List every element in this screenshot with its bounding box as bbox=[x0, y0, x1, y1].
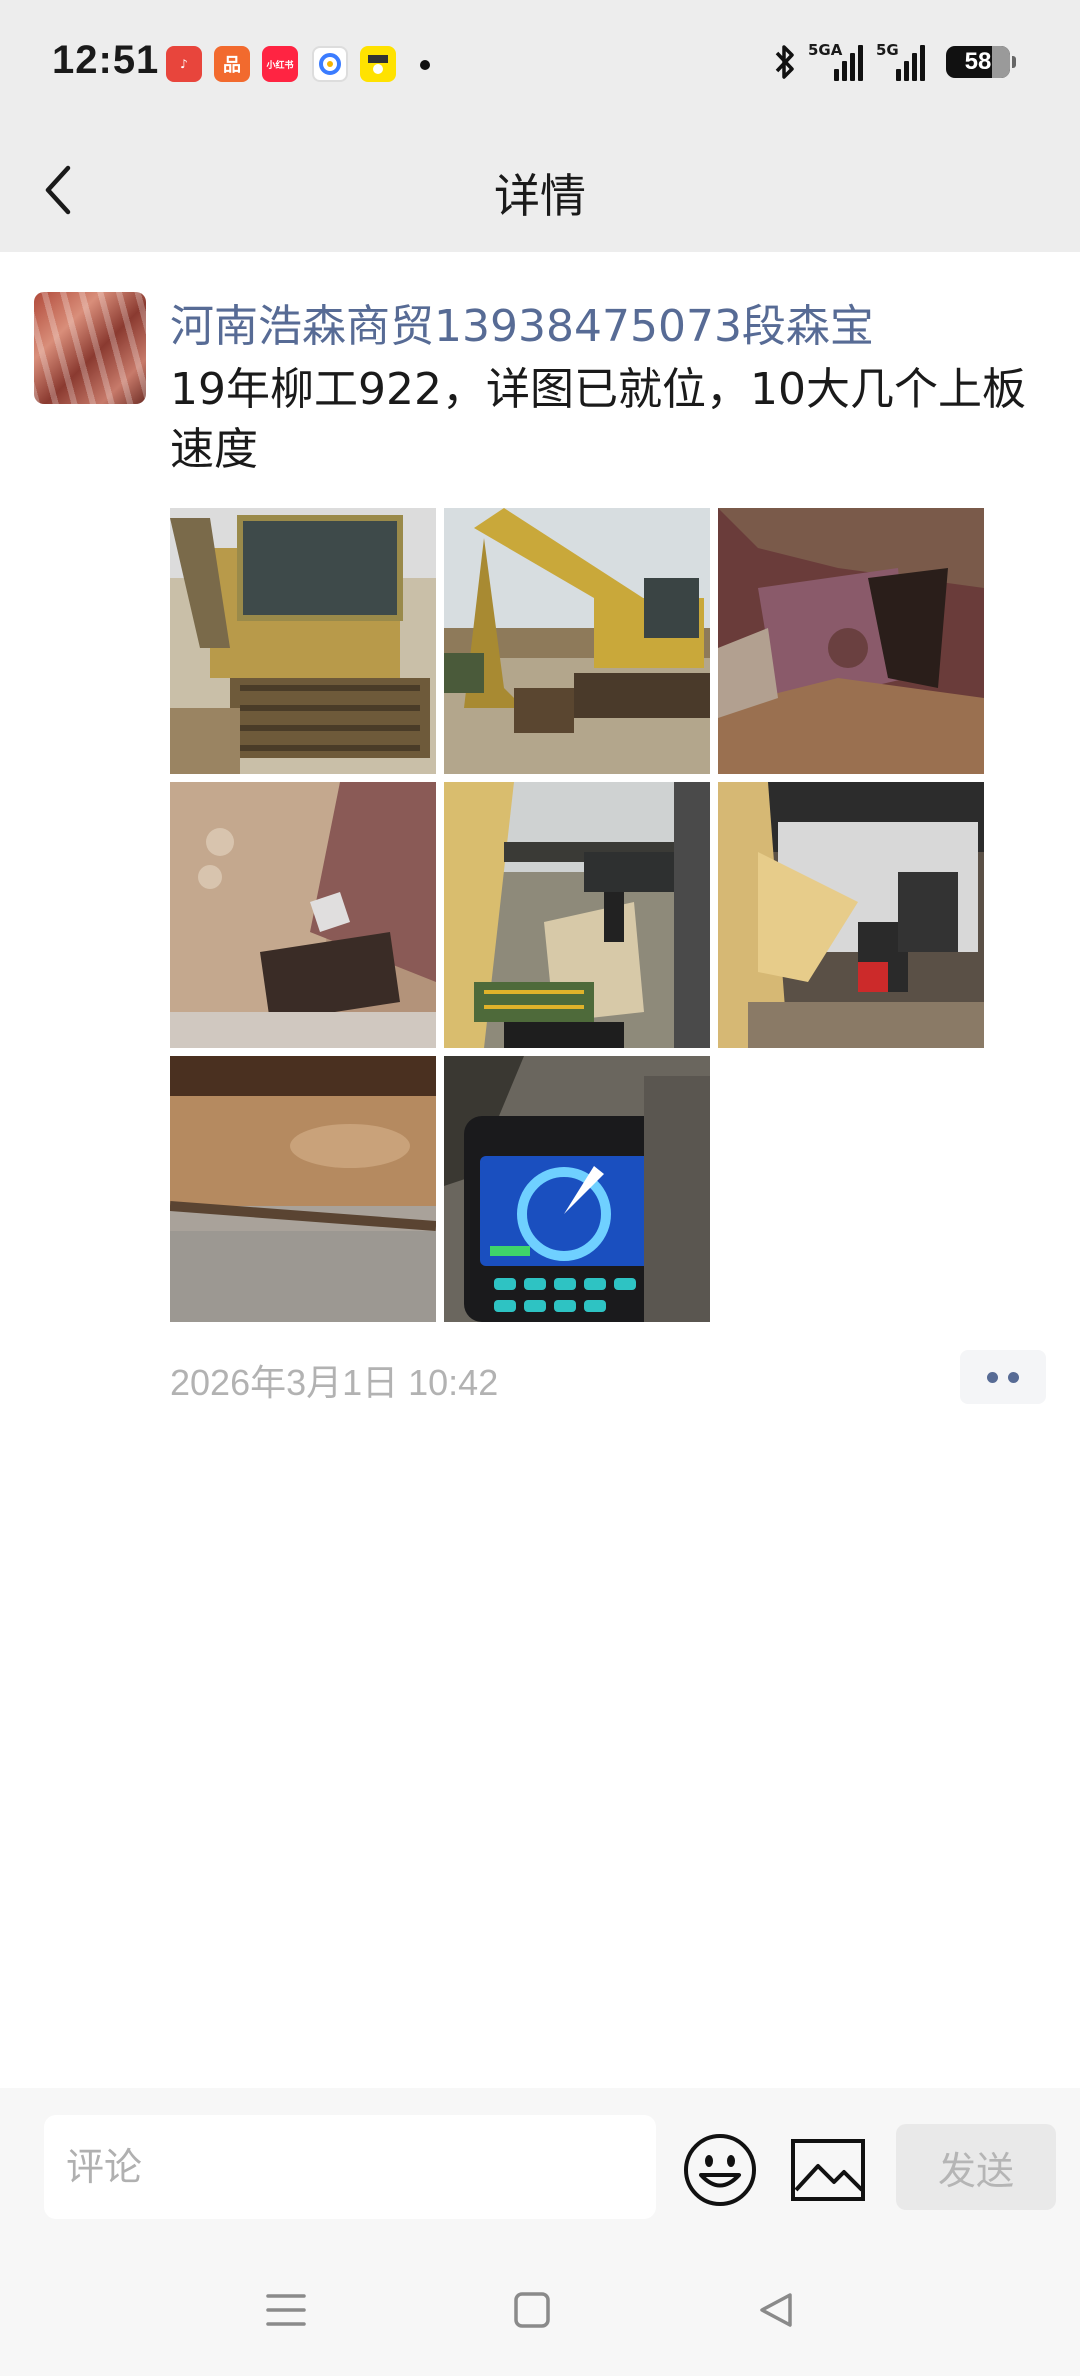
page-header: 详情 bbox=[0, 130, 1080, 252]
triangle-back-icon bbox=[760, 2293, 792, 2327]
shopping-app-icon: 品 bbox=[214, 46, 250, 82]
signal-5g-icon: 5G bbox=[876, 41, 930, 81]
emoji-button[interactable] bbox=[682, 2132, 758, 2208]
page-title: 详情 bbox=[494, 169, 586, 223]
excavator-side-photo[interactable] bbox=[444, 508, 710, 774]
nav-menu-button[interactable] bbox=[256, 2280, 316, 2340]
status-time: 12:51 bbox=[52, 38, 160, 82]
bluetooth-icon bbox=[775, 45, 794, 79]
menu-icon bbox=[266, 2294, 306, 2326]
bucket-wear-closeup-photo[interactable] bbox=[170, 782, 436, 1048]
avatar[interactable] bbox=[34, 292, 146, 404]
dot-icon bbox=[987, 1371, 998, 1383]
monitor-display-photo[interactable] bbox=[444, 1056, 710, 1322]
signal-5ga-label: 5GA bbox=[808, 41, 843, 59]
cab-interior-photo[interactable] bbox=[444, 782, 710, 1048]
square-home-icon bbox=[514, 2292, 550, 2328]
author-name-link[interactable]: 河南浩森商贸13938475073段森宝 bbox=[170, 290, 874, 354]
post-timestamp: 2026年3月1日 10:42 bbox=[170, 1362, 499, 1403]
browser-app-icon bbox=[312, 46, 348, 82]
signal-5g-label: 5G bbox=[876, 41, 899, 59]
nav-home-button[interactable] bbox=[502, 2280, 562, 2340]
status-bar: 12:51 ♪ 品 小红书 5GA 5G 58 bbox=[0, 0, 1080, 130]
signal-5ga-icon: 5GA bbox=[808, 41, 866, 81]
nav-back-button[interactable] bbox=[746, 2280, 806, 2340]
post-text: 19年柳工922，详图已就位，10大几个上板速度 bbox=[170, 364, 1026, 475]
smiley-icon bbox=[684, 2134, 756, 2206]
music-app-icon: ♪ bbox=[166, 46, 202, 82]
cab-controls-photo[interactable] bbox=[718, 782, 984, 1048]
track-rust-closeup-photo[interactable] bbox=[718, 508, 984, 774]
more-notifications-dot bbox=[420, 60, 430, 70]
more-actions-button[interactable] bbox=[960, 1350, 1046, 1404]
metal-surface-closeup-photo[interactable] bbox=[170, 1056, 436, 1322]
xiaohongshu-app-icon: 小红书 bbox=[262, 46, 298, 82]
system-nav-bar bbox=[0, 2240, 1080, 2376]
battery-icon: 58 bbox=[946, 46, 1016, 78]
pet-app-icon bbox=[360, 46, 396, 82]
image-icon bbox=[791, 2139, 865, 2201]
comment-input[interactable] bbox=[44, 2115, 656, 2219]
dot-icon bbox=[1008, 1371, 1019, 1383]
send-button[interactable]: 发送 bbox=[896, 2124, 1056, 2210]
status-right-group: 5GA 5G 58 bbox=[772, 41, 1016, 82]
image-picker-button[interactable] bbox=[790, 2138, 866, 2202]
excavator-cab-photo[interactable] bbox=[170, 508, 436, 774]
battery-level: 58 bbox=[964, 48, 992, 75]
